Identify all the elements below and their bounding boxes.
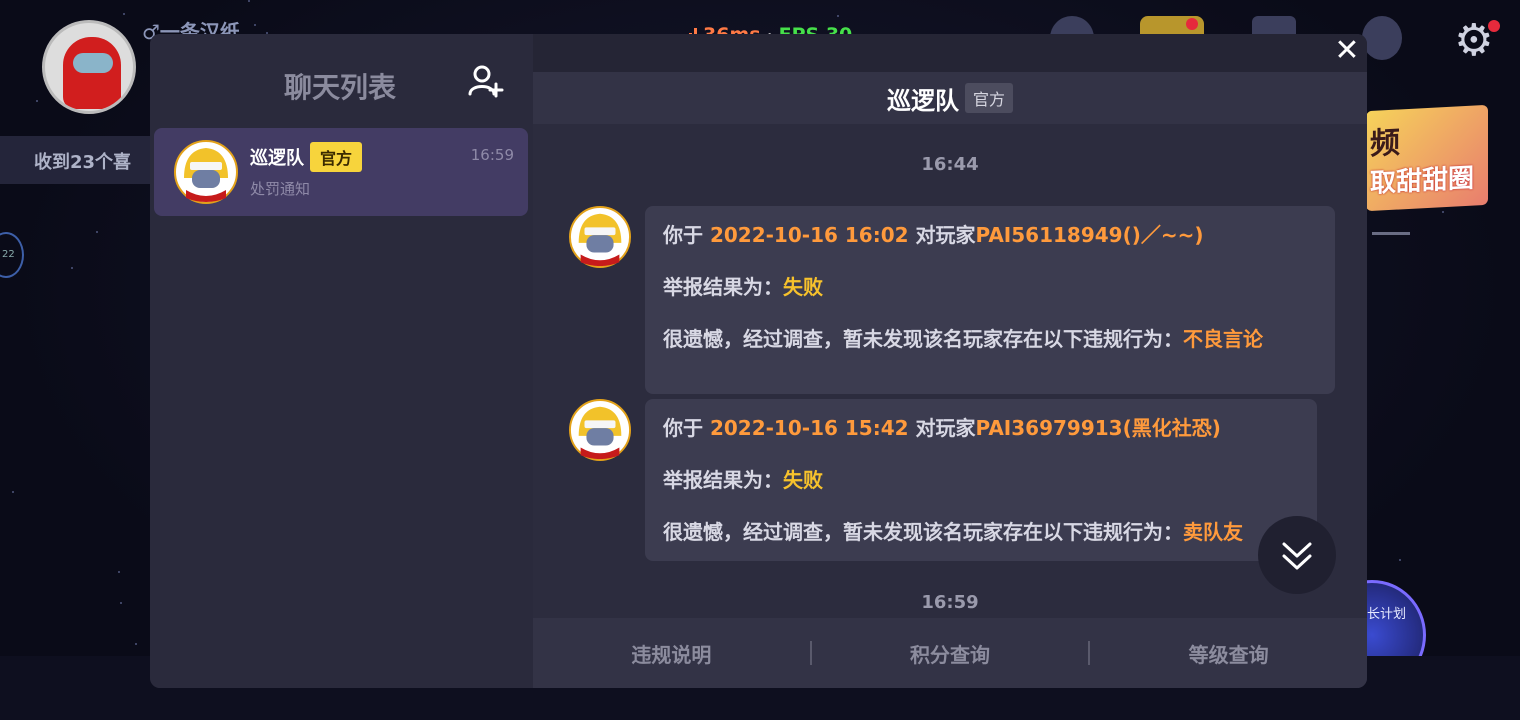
message-timestamp: 16:59	[921, 592, 979, 613]
chat-list-title: 聊天列表	[284, 71, 397, 104]
star	[96, 231, 98, 233]
received-gifts-bar[interactable]: 收到23个喜	[0, 136, 160, 184]
result-value: 失败	[783, 468, 823, 492]
conversation-title: 巡逻队	[886, 86, 959, 115]
chat-item-time: 16:59	[470, 146, 514, 164]
patrol-avatar	[569, 399, 631, 461]
star	[135, 643, 137, 645]
conversation-footer: 违规说明 积分查询 等级查询	[533, 618, 1367, 688]
message-timestamp: 16:44	[921, 154, 979, 175]
message-bubble: 你于 2022-10-16 16:02 对玩家PAI56118949()／~~)…	[645, 206, 1335, 394]
settings-notification-dot	[1488, 20, 1500, 32]
chat-modal: 聊天列表 巡逻队 官方 16:59 处罚通知 巡逻队 官方 16:44 你于 2…	[150, 34, 1367, 688]
star	[118, 571, 120, 573]
result-label: 举报结果为：	[663, 468, 783, 492]
result-label: 举报结果为：	[663, 275, 783, 299]
notification-dot	[1186, 18, 1198, 30]
star	[12, 491, 14, 493]
chat-item-name: 巡逻队	[250, 148, 304, 169]
conversation-top-strip	[533, 34, 1367, 72]
official-badge: 官方	[964, 83, 1013, 113]
message-bubble: 你于 2022-10-16 15:42 对玩家PAI36979913(黑化社恐)…	[645, 399, 1317, 561]
star	[837, 15, 839, 17]
violation-line: 很遗憾，经过调查，暂未发现该名玩家存在以下违规行为：卖队友	[663, 519, 1299, 545]
text-prefix: 你于	[663, 223, 703, 247]
event-banner[interactable]: 频 取甜甜圈	[1366, 104, 1488, 212]
add-friend-icon-bg[interactable]	[1362, 16, 1402, 60]
report-date: 2022-10-16 15:42	[709, 416, 909, 440]
text-mid: 对玩家	[915, 223, 976, 247]
violation-line: 很遗憾，经过调查，暂未发现该名玩家存在以下违规行为：不良言论	[663, 326, 1317, 352]
chat-item-preview: 处罚通知	[250, 180, 311, 198]
chat-item-name-row: 巡逻队 官方	[250, 142, 363, 172]
level-query-button[interactable]: 等级查询	[1090, 639, 1367, 668]
patrol-avatar	[569, 206, 631, 268]
banner-indicator	[1372, 232, 1410, 235]
report-line: 你于 2022-10-16 16:02 对玩家PAI56118949()／~~)	[663, 222, 1317, 248]
star	[71, 267, 73, 269]
patrol-avatar	[174, 140, 238, 204]
star	[36, 100, 38, 102]
chat-list-item[interactable]: 巡逻队 官方 16:59 处罚通知	[154, 128, 528, 216]
close-icon[interactable]: ✕	[1332, 36, 1362, 66]
reported-player: PAI56118949()／~~)	[975, 223, 1204, 247]
report-date: 2022-10-16 16:02	[709, 223, 909, 247]
star	[1442, 211, 1444, 213]
points-query-button[interactable]: 积分查询	[812, 639, 1089, 668]
violation-text: 很遗憾，经过调查，暂未发现该名玩家存在以下违规行为：	[663, 520, 1183, 544]
add-user-icon[interactable]	[466, 62, 506, 102]
violation-info-button[interactable]: 违规说明	[533, 639, 810, 668]
banner-line1: 频	[1370, 125, 1400, 162]
crewmate-body	[63, 37, 121, 109]
scroll-down-button[interactable]	[1258, 516, 1336, 594]
text-prefix: 你于	[663, 416, 703, 440]
text-mid: 对玩家	[915, 416, 976, 440]
violation-type: 卖队友	[1183, 520, 1243, 544]
star	[123, 13, 125, 15]
star	[120, 602, 122, 604]
star	[1399, 559, 1401, 561]
star	[248, 0, 250, 2]
report-line: 你于 2022-10-16 15:42 对玩家PAI36979913(黑化社恐)	[663, 415, 1299, 441]
violation-text: 很遗憾，经过调查，暂未发现该名玩家存在以下违规行为：	[663, 327, 1183, 351]
double-chevron-down-icon	[1282, 542, 1312, 570]
chat-list-panel: 聊天列表 巡逻队 官方 16:59 处罚通知	[150, 34, 533, 688]
conversation-header: 巡逻队 官方	[533, 72, 1367, 124]
reported-player: PAI36979913(黑化社恐)	[975, 416, 1221, 440]
crewmate-visor	[73, 53, 113, 73]
conversation-panel: 巡逻队 官方 16:44 你于 2022-10-16 16:02 对玩家PAI5	[533, 34, 1367, 688]
star	[254, 24, 256, 26]
banner-line2: 取甜甜圈	[1370, 163, 1475, 199]
violation-type: 不良言论	[1183, 327, 1263, 351]
official-badge: 官方	[310, 142, 363, 172]
result-value: 失败	[783, 275, 823, 299]
player-avatar[interactable]	[42, 20, 136, 114]
result-line: 举报结果为：失败	[663, 467, 1299, 493]
result-line: 举报结果为：失败	[663, 274, 1317, 300]
